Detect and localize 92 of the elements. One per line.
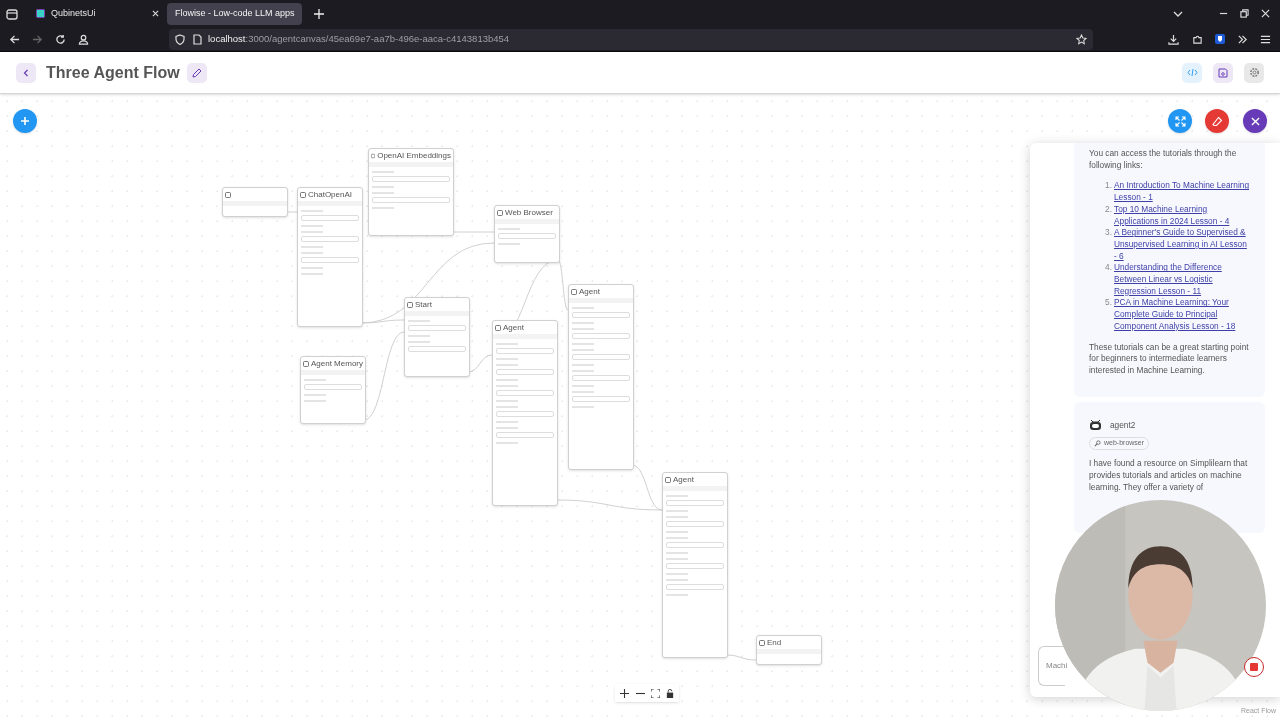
node-icon <box>571 288 577 295</box>
connector-line <box>725 654 757 661</box>
tutorial-link[interactable]: Top 10 Machine Learning Applications in 2024 Lesson - 4 <box>1114 203 1250 228</box>
node-icon <box>759 639 765 646</box>
download-icon[interactable] <box>1168 33 1179 45</box>
stop-icon <box>1250 663 1258 671</box>
close-chat-button[interactable] <box>1243 109 1267 133</box>
tutorial-link[interactable]: PCA in Machine Learning: Your Complete Guide to Principal Component Analysis Lesson - 18 <box>1114 297 1250 333</box>
flow-node[interactable]: Agent <box>492 320 558 506</box>
node-title: Agent <box>503 323 524 332</box>
flow-node[interactable]: End <box>756 635 822 665</box>
node-title: Agent <box>579 287 600 296</box>
zoom-in-icon[interactable] <box>620 688 629 698</box>
flow-node[interactable]: Agent <box>662 472 728 658</box>
add-node-button[interactable] <box>13 109 37 133</box>
account-icon[interactable] <box>78 33 89 45</box>
node-icon <box>371 152 376 159</box>
input-text: Machi <box>1046 660 1068 672</box>
tutorial-link[interactable]: An Introduction To Machine Learning Lesson - 1 <box>1114 180 1250 204</box>
lock-icon[interactable] <box>666 688 674 698</box>
reload-icon[interactable] <box>55 33 66 45</box>
extension-shield-icon[interactable] <box>1214 33 1226 45</box>
expand-button[interactable] <box>1168 109 1192 133</box>
flow-node[interactable]: ChatOpenAI <box>297 187 363 327</box>
list-number: 2. <box>1104 203 1113 216</box>
plus-icon <box>20 116 30 126</box>
flow-node[interactable]: Agent <box>568 284 634 470</box>
agent-name: agent2 <box>1110 418 1136 432</box>
node-icon <box>300 191 306 198</box>
tutorial-link[interactable]: Understanding the Difference Between Linear vs Logistic Regression Lesson - 11 <box>1114 262 1250 298</box>
flow-node[interactable] <box>222 187 288 217</box>
list-number: 5. <box>1104 297 1113 310</box>
node-title: OpenAI Embeddings <box>377 151 451 160</box>
bookmark-star-icon[interactable] <box>1076 33 1087 45</box>
address-bar[interactable]: localhost:3000/agentcanvas/45ea69e7-aa7b-496e-aaca-c4143813b454 <box>169 28 1093 50</box>
site-icon <box>36 9 45 18</box>
new-tab-icon[interactable] <box>314 8 324 19</box>
node-title: Web Browser <box>505 208 553 217</box>
robot-icon <box>1089 418 1102 431</box>
browser-tab[interactable]: Flowise - Low-code LLM apps <box>167 2 302 25</box>
eraser-icon <box>1211 115 1223 127</box>
chat-input[interactable]: Machi <box>1038 646 1065 686</box>
tab-list-icon[interactable] <box>6 7 18 20</box>
tutorial-link[interactable]: A Beginner's Guide to Supervised & Unsupervised Learning in AI Lesson - 6 <box>1114 227 1250 263</box>
back-icon[interactable] <box>9 33 20 45</box>
flow-node[interactable]: Start <box>404 297 470 377</box>
node-title: End <box>767 638 782 647</box>
message-text: You can access the tutorials through the following links: <box>1089 148 1238 172</box>
save-icon <box>1218 67 1228 78</box>
back-button[interactable] <box>16 62 36 83</box>
menu-icon[interactable] <box>1260 33 1271 45</box>
flow-title: Three Agent Flow <box>46 62 180 83</box>
restore-icon[interactable] <box>1240 9 1249 18</box>
settings-button[interactable] <box>1244 62 1264 83</box>
edit-button[interactable] <box>186 62 207 83</box>
flow-node[interactable]: Web Browser <box>494 205 560 263</box>
expand-icon <box>1174 115 1186 127</box>
close-icon[interactable] <box>1261 9 1270 18</box>
node-icon <box>495 324 501 331</box>
wrench-icon <box>1094 440 1101 448</box>
node-title: Start <box>415 300 432 309</box>
chevrons-right-icon[interactable] <box>1237 33 1248 45</box>
close-icon <box>1250 116 1260 126</box>
connector-line <box>467 354 493 373</box>
list-number: 1. <box>1104 180 1113 193</box>
message-text: These tutorials can be a great starting point for beginners to intermediate learners interested in Machine Learning. <box>1089 341 1250 377</box>
shield-icon <box>175 33 185 45</box>
node-icon <box>225 191 231 198</box>
code-icon <box>1186 68 1198 77</box>
page-icon <box>193 33 202 45</box>
clear-chat-button[interactable] <box>1205 109 1229 133</box>
flow-node[interactable]: OpenAI Embeddings <box>368 148 454 236</box>
list-number: 4. <box>1104 262 1113 275</box>
settings-icon <box>1248 67 1260 78</box>
pencil-icon <box>191 67 202 78</box>
close-tab-icon[interactable] <box>152 10 159 17</box>
node-title: Agent Memory <box>310 359 363 368</box>
message-text: I have found a resource on Simplilearn that provides tutorials and articles on machine learning. They offer a variety of <box>1089 458 1249 494</box>
url-text: localhost:3000/agentcanvas/45ea69e7-aa7b-496e-aaca-c4143813b454 <box>208 31 510 46</box>
fit-view-icon[interactable] <box>651 688 660 698</box>
node-icon <box>303 360 309 367</box>
node-title: Agent <box>673 475 694 484</box>
save-button[interactable] <box>1213 62 1233 83</box>
node-icon <box>407 301 413 308</box>
chevron-left-icon <box>22 68 30 77</box>
list-number: 3. <box>1104 227 1113 240</box>
forward-icon[interactable] <box>32 33 43 45</box>
browser-tab[interactable]: QubinetsUi <box>28 2 167 25</box>
node-icon <box>665 476 671 483</box>
node-icon <box>497 209 503 216</box>
flow-node[interactable]: Agent Memory <box>300 356 366 424</box>
node-title: ChatOpenAI <box>308 190 353 199</box>
